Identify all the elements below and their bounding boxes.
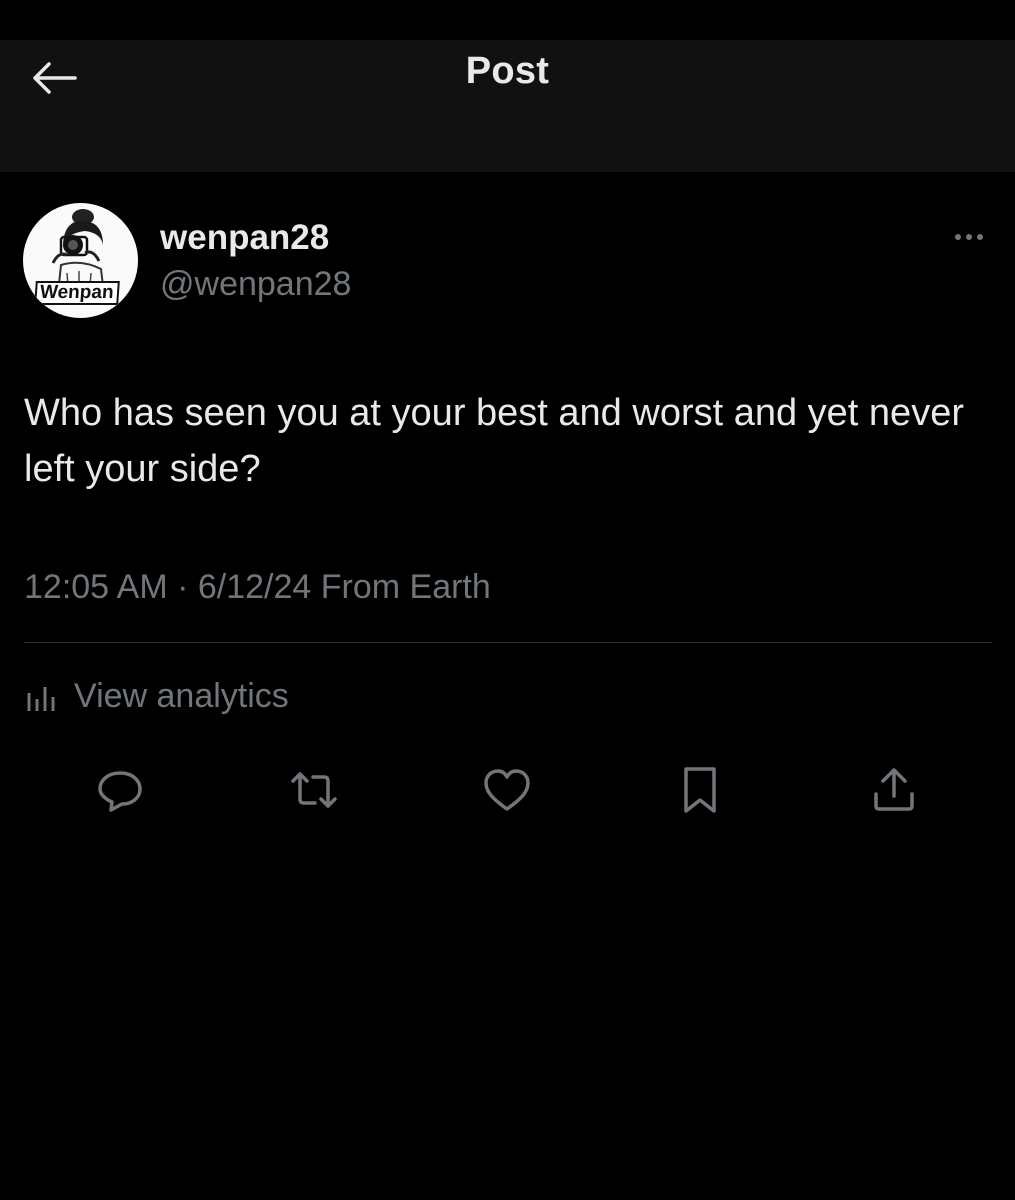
more-dots-icon [955, 234, 961, 240]
avatar[interactable]: Wenpan [23, 203, 138, 318]
author-display-name[interactable]: wenpan28 [160, 218, 329, 258]
view-analytics-label: View analytics [74, 676, 289, 715]
author-handle[interactable]: @wenpan28 [160, 265, 351, 304]
bar-chart-icon [27, 687, 55, 711]
avatar-logo-text: Wenpan [34, 281, 120, 305]
repost-icon [291, 772, 337, 808]
more-dots-icon [966, 234, 972, 240]
share-button[interactable] [866, 762, 922, 818]
view-analytics-link[interactable]: View analytics [24, 672, 289, 720]
like-button[interactable] [479, 762, 535, 818]
more-options-button[interactable] [944, 222, 994, 252]
status-bar-area [0, 0, 1015, 40]
bookmark-button[interactable] [672, 762, 728, 818]
reply-icon [98, 771, 142, 812]
repost-button[interactable] [286, 762, 342, 818]
more-dots-icon [977, 234, 983, 240]
post-text: Who has seen you at your best and worst … [24, 392, 964, 490]
page-title: Post [465, 50, 550, 92]
share-icon [874, 768, 914, 811]
reply-button[interactable] [92, 762, 148, 818]
like-icon [484, 769, 530, 811]
bookmark-icon [684, 767, 716, 813]
divider [24, 642, 992, 643]
post-timestamp: 12:05 AM · 6/12/24 From Earth [24, 568, 491, 606]
